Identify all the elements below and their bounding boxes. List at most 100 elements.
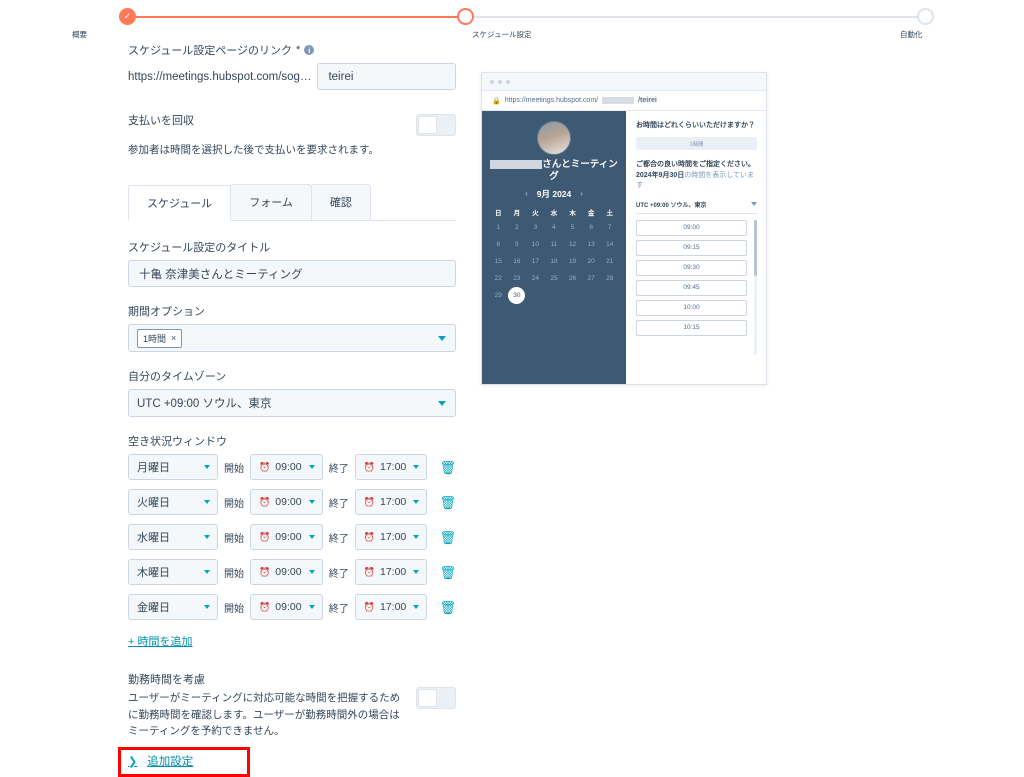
preview-meeting-title: さんとミーティング	[489, 159, 619, 183]
preview-timezone-select[interactable]: UTC +09:00 ソウル、東京	[636, 200, 757, 214]
time-slot[interactable]: 09:15	[636, 239, 747, 256]
delete-row-icon[interactable]: 🗑	[439, 531, 456, 544]
timezone-select[interactable]: UTC +09:00 ソウル、東京	[128, 389, 456, 418]
end-time-select[interactable]: ⏰ 17:00	[354, 559, 428, 586]
calendar-week-row: 22 23 24 25 26 27 28	[489, 274, 619, 284]
delete-row-icon[interactable]: 🗑	[439, 566, 456, 579]
next-month-icon[interactable]: ›	[580, 189, 583, 198]
time-slot[interactable]: 09:00	[636, 219, 747, 236]
chevron-down-icon	[204, 465, 211, 470]
duration-chip[interactable]: 1時間 ×	[137, 328, 183, 348]
calendar-day[interactable]: 19	[563, 257, 582, 267]
calendar-day[interactable]: 29	[489, 291, 508, 301]
slug-input[interactable]: teirei	[317, 63, 456, 90]
avatar	[537, 121, 571, 155]
end-label: 終了	[328, 463, 349, 475]
chevron-down-icon	[308, 605, 315, 610]
calendar-day[interactable]: 20	[582, 257, 601, 267]
stepper-line-filled	[128, 16, 466, 18]
delete-row-icon[interactable]: 🗑	[439, 601, 456, 614]
start-time-select[interactable]: ⏰ 09:00	[250, 594, 323, 621]
calendar-day[interactable]: 12	[563, 240, 582, 250]
calendar-day[interactable]: 5	[563, 223, 582, 233]
start-time-select[interactable]: ⏰ 09:00	[250, 524, 323, 551]
calendar-day[interactable]: 26	[563, 274, 582, 284]
day-select[interactable]: 木曜日	[128, 559, 219, 586]
calendar-day[interactable]: 8	[489, 240, 508, 250]
calendar-day[interactable]: 28	[600, 274, 619, 284]
start-time-select[interactable]: ⏰ 09:00	[250, 559, 323, 586]
calendar-day[interactable]: 1	[489, 223, 508, 233]
end-time-select[interactable]: ⏰ 17:00	[354, 524, 428, 551]
more-settings-button[interactable]: ❯ 追加設定	[128, 753, 456, 769]
start-time-select[interactable]: ⏰ 09:00	[250, 454, 323, 481]
calendar-day[interactable]: 23	[508, 274, 527, 284]
end-label: 終了	[328, 498, 349, 510]
day-select[interactable]: 金曜日	[128, 594, 219, 621]
calendar-day[interactable]: 18	[545, 257, 564, 267]
calendar-day[interactable]: 4	[545, 223, 564, 233]
day-select[interactable]: 火曜日	[128, 489, 219, 516]
info-icon[interactable]: i	[304, 45, 315, 55]
start-time-select[interactable]: ⏰ 09:00	[250, 489, 323, 516]
end-time-value: 17:00	[379, 496, 407, 509]
calendar-day[interactable]: 14	[600, 240, 619, 250]
tab-schedule[interactable]: スケジュール	[128, 185, 232, 222]
meeting-title-input[interactable]: 十亀 奈津美さんとミーティング	[128, 260, 456, 288]
end-time-select[interactable]: ⏰ 17:00	[354, 594, 428, 621]
tab-confirmation[interactable]: 確認	[310, 184, 371, 221]
plus-icon: +	[128, 636, 135, 649]
day-select[interactable]: 月曜日	[128, 454, 219, 481]
add-time-button[interactable]: + 時間を追加	[128, 633, 193, 649]
calendar-day[interactable]: 10	[526, 240, 545, 250]
calendar-day[interactable]: 3	[526, 223, 545, 233]
working-hours-toggle[interactable]	[416, 687, 456, 710]
time-slot[interactable]: 10:15	[636, 319, 747, 336]
end-time-select[interactable]: ⏰ 17:00	[354, 489, 428, 516]
tab-form[interactable]: フォーム	[230, 184, 312, 221]
prev-month-icon[interactable]: ‹	[525, 189, 528, 198]
duration-select[interactable]: 1時間 ×	[128, 324, 456, 353]
stepper-step-scheduling[interactable]	[457, 8, 474, 25]
chip-remove-icon[interactable]: ×	[171, 333, 176, 343]
delete-row-icon[interactable]: 🗑	[439, 496, 456, 509]
window-dot	[506, 79, 510, 84]
time-slot[interactable]: 09:45	[636, 279, 747, 296]
month-navigation: ‹ 9月 2024 ›	[489, 188, 619, 200]
day-select[interactable]: 水曜日	[128, 524, 219, 551]
clock-icon: ⏰	[363, 461, 375, 472]
scrollbar-thumb[interactable]	[754, 219, 757, 276]
calendar-day[interactable]: 24	[526, 274, 545, 284]
calendar-day[interactable]: 2	[508, 223, 527, 233]
end-time-select[interactable]: ⏰ 17:00	[354, 454, 428, 481]
calendar-day[interactable]: 15	[489, 257, 508, 267]
weekday-label: 土	[606, 209, 613, 217]
stepper-step-overview[interactable]: ✓	[119, 8, 136, 25]
delete-row-icon[interactable]: 🗑	[439, 461, 456, 474]
calendar-day[interactable]: 13	[582, 240, 601, 250]
calendar-day[interactable]: 22	[489, 274, 508, 284]
time-slot[interactable]: 09:30	[636, 259, 747, 276]
end-label: 終了	[328, 568, 349, 580]
stepper-step-automation[interactable]	[917, 8, 934, 25]
calendar-day[interactable]: 7	[600, 223, 619, 233]
calendar-day[interactable]: 17	[526, 257, 545, 267]
calendar-week-row: 8 9 10 11 12 13 14	[489, 240, 619, 250]
calendar-day[interactable]: 6	[582, 223, 601, 233]
chevron-down-icon	[413, 535, 420, 540]
stepper-label-overview: 概要	[72, 30, 87, 39]
calendar-day[interactable]: 27	[582, 274, 601, 284]
calendar-day[interactable]: 16	[508, 257, 527, 267]
weekday-label: 水	[550, 209, 558, 217]
calendar-day	[582, 291, 601, 301]
calendar-day-selected[interactable]: 30	[508, 286, 526, 304]
duration-option-button[interactable]: 1時間	[636, 137, 757, 150]
calendar-day[interactable]: 25	[545, 274, 564, 284]
calendar-day[interactable]: 9	[508, 240, 527, 250]
calendar-day[interactable]: 11	[545, 240, 564, 250]
calendar-day[interactable]: 21	[600, 257, 619, 267]
clock-icon: ⏰	[259, 601, 271, 612]
time-slot[interactable]: 10:00	[636, 299, 747, 316]
clock-icon: ⏰	[363, 566, 375, 577]
collect-payment-toggle[interactable]	[416, 114, 456, 136]
